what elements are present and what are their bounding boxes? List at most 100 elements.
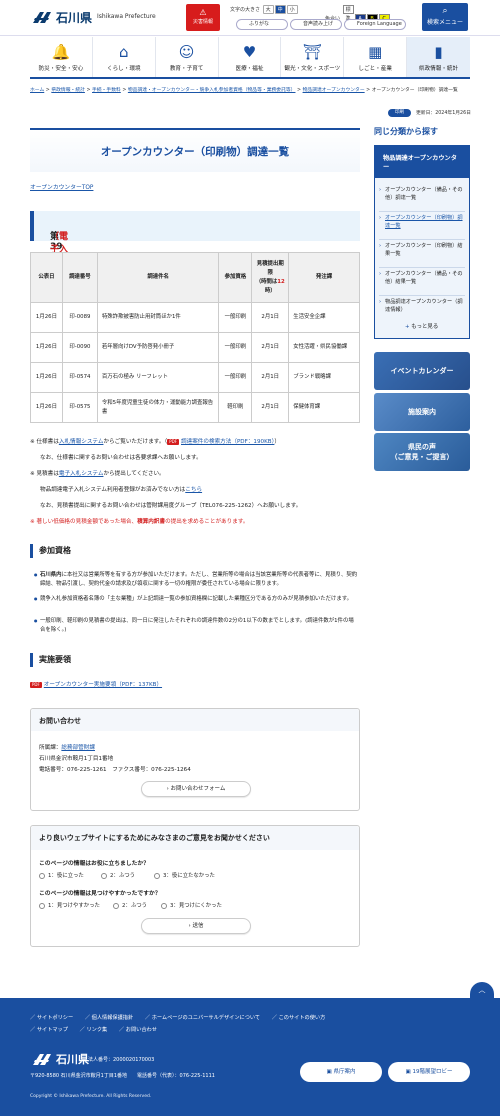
note-spec: ※ 仕様書は入札情報システムからご覧いただけます。（ PDF 調達案件の検索方法（P… [30,438,360,447]
bid-info-system-link[interactable]: 入札情報システム [59,439,104,445]
page-top-button[interactable]: ︿ [470,982,494,998]
sidebar-item-current[interactable]: オープンカウンター（印刷物）調達一覧 [379,214,465,240]
cell-deadline: 2月1日 [251,332,290,363]
col-deadline-note: （時間は [255,278,278,285]
radio-icon [161,902,167,909]
banner-sublabel: （ご意見・ご提言） [390,453,454,461]
font-size-medium[interactable]: 中 [274,5,286,14]
nav-item-medical[interactable]: ♥ 医療・福祉 [219,37,282,77]
search-method-pdf-link[interactable]: 調達案件の検索方法（PDF：190KB） [181,439,274,445]
survey-submit-label: 送信 [192,923,204,929]
radio-icon [154,872,160,879]
color-standard[interactable]: 標準 [342,5,354,22]
survey-q1-option[interactable]: 2：ふつう [101,871,135,879]
footer-btn-label: 19階展望ロビー [412,1069,453,1075]
disaster-info-button[interactable]: ⚠ 災害情報 [186,4,220,31]
e-bid-system-link[interactable]: 電子入札システム [59,471,104,477]
table-row: 1月26日 印-0575 令和5年度児童生徒の体力・運動能力調査報告書 軽印刷 … [30,392,360,423]
font-size-control: 文字の大きさ 大中小 [230,5,298,14]
cell-qualification: 軽印刷 [218,392,253,423]
breadcrumb-level2[interactable]: 手続・手数料 [92,88,121,93]
footer-link[interactable]: ／ サイトマップ [30,1027,73,1033]
nav-item-government[interactable]: ▮ 県政情報・統計 [407,37,470,77]
search-menu-button[interactable]: ⌕ 検索メニュー [422,3,468,31]
prefectural-office-guide-button[interactable]: ▣ 県庁案内 [300,1062,382,1082]
option-label: 3：見つけにくかった [170,903,222,909]
contact-form-button[interactable]: › お問い合わせフォーム [141,781,251,797]
footer-link[interactable]: ／ サイトポリシー [30,1015,78,1021]
nav-item-living[interactable]: ⌂ くらし・環境 [93,37,156,77]
footer-link[interactable]: ／ お問い合わせ [119,1027,162,1033]
observation-lobby-button[interactable]: ▣ 19階展望ロビー [388,1062,470,1082]
event-calendar-banner[interactable]: イベントカレンダー [374,352,470,390]
cell-name: 百万石の極み リーフレット [96,362,220,393]
building-icon: ▣ [326,1069,332,1075]
font-size-large[interactable]: 大 [262,5,274,14]
site-header: 石川県 Ishikawa Prefecture ⚠ 災害情報 文字の大きさ 大中… [0,0,500,36]
foreign-language-button[interactable]: Foreign Language [344,19,406,30]
breadcrumb-level4[interactable]: 物品調達オープンカウンター [303,88,365,93]
open-counter-top-link[interactable]: オープンカウンターTOP [30,182,93,191]
survey-q1-option[interactable]: 1：役に立った [39,871,84,879]
font-size-small[interactable]: 小 [286,5,298,14]
breadcrumb-home[interactable]: ホーム [30,88,44,93]
contact-form-label: お問い合わせフォーム [170,786,226,792]
col-deadline-label: 見積提出期限 [256,260,284,276]
sidebar-item[interactable]: オープンカウンター（印刷物）結果一覧 [379,242,465,268]
pdf-icon: PDF [167,438,179,445]
footer-link[interactable]: ／ 個人情報保護指針 [85,1015,138,1021]
cell-qualification: 一般印刷 [218,332,253,363]
implementation-pdf-link[interactable]: オープンカウンター実施要領（PDF：137KB） [44,682,162,688]
nav-item-safety[interactable]: 🔔 防災・安全・安心 [30,37,93,77]
nav-label: 観光・文化・スポーツ [284,66,341,72]
breadcrumb-level3[interactable]: 物品調達・オープンカウンター・競争入札参加者資格（物品等・業務委託等） [128,88,296,93]
breadcrumb-level1[interactable]: 県政情報・統計 [51,88,85,93]
sidebar-item[interactable]: オープンカウンター（備品・その他）結果一覧 [379,270,465,296]
search-menu-label: 検索メニュー [426,19,463,26]
table-row: 1月26日 印-0574 百万石の極み リーフレット 一般印刷 2月1日 ブラン… [30,362,360,393]
sidebar-item[interactable]: オープンカウンター（備品・その他）調達一覧 [379,186,465,212]
read-aloud-button[interactable]: 音声読み上げ [290,19,342,30]
footer-link-label: サイトポリシー [36,1015,74,1021]
contact-dept-link[interactable]: 総務部管財課 [61,745,95,751]
nav-label: しごと・産業 [358,66,392,72]
nav-item-tourism[interactable]: ⛩ 観光・文化・スポーツ [281,37,345,77]
facility-guide-banner[interactable]: 施設案内 [374,393,470,431]
survey-q1-option[interactable]: 3：役に立たなかった [154,871,215,879]
nav-item-industry[interactable]: ▦ しごと・産業 [344,37,408,77]
col-deadline-hour: 12 [277,278,285,285]
print-button[interactable]: 印刷 [388,109,411,117]
banner-label: 施設案内 [408,408,436,416]
sidebar-more-link[interactable]: + もっと見る [405,322,438,330]
footer-link[interactable]: ／ ホームページのユニバーサルデザインについて [145,1015,265,1021]
cell-number: 印-0574 [61,362,98,393]
nav-item-education[interactable]: ☺ 教育・子育て [156,37,219,77]
survey-q2-option[interactable]: 3：見つけにくかった [161,901,222,909]
section-qualification-heading: 参加資格 [30,544,360,558]
qual-bullet-text: 一般印刷、軽印刷の見積書の提出は、同一日に発注したそれぞれの調達件数の2分の1以… [40,618,354,633]
registration-link[interactable]: こちら [185,487,202,493]
survey-submit-button[interactable]: › 送信 [141,918,251,934]
sidebar-heading: 同じ分類から探す [374,127,438,136]
table-header-row: 公表日 調達番号 調達件名 参加資格 見積提出期限 （時間は12時） 発注課 [30,252,360,303]
sidebar-item[interactable]: 物品調達オープンカウンター（調達情報） [379,298,465,318]
site-logo-text[interactable]: 石川県 [56,9,92,26]
citizens-voice-banner[interactable]: 県民の声 （ご意見・ご提言） [374,433,470,471]
survey-q2-option[interactable]: 1：見つけやすかった [39,901,100,909]
footer-link[interactable]: ／ リンク集 [80,1027,113,1033]
col-deadline-note-end: 時） [264,287,276,294]
footer-link-label: ホームページのユニバーサルデザインについて [151,1015,261,1021]
note-spec-text3: ） [274,439,281,445]
sidebar-panel: 物品調達オープンカウンター オープンカウンター（備品・その他）調達一覧 オープン… [374,145,470,339]
sidebar-category-link[interactable]: 物品調達オープンカウンター [375,146,469,178]
graph-icon: ▮ [434,43,443,61]
chevron-up-icon: ︿ [478,986,486,994]
radio-icon [39,902,45,909]
qual-bullet-text: 競争入札参加資格者名簿の「主な業種」が上記調達一覧の参加資格欄に記載した業種区分… [40,596,353,602]
site-footer: ／ サイトポリシー ／ 個人情報保護指針 ／ ホームページのユニバーサルデザイン… [0,998,500,1116]
furigana-button[interactable]: ふりがな [236,19,288,30]
qual-bullet: 一般印刷、軽印刷の見積書の提出は、同一日に発注したそれぞれの調達件数の2分の1以… [34,617,359,634]
survey-q2-option[interactable]: 2：ふつう [113,901,147,909]
note-low-price-bold: 積算内訳書 [137,519,166,525]
footer-link[interactable]: ／ このサイトの使い方 [272,1015,331,1021]
